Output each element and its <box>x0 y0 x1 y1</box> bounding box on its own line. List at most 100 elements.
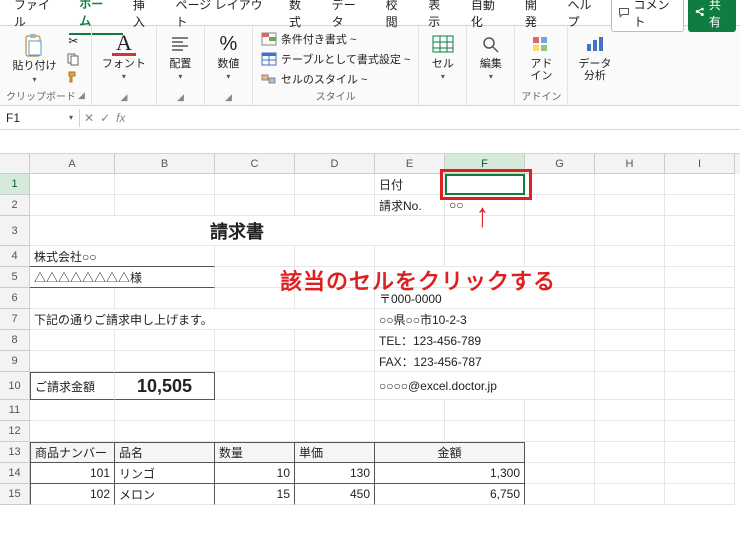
row-head-4[interactable]: 4 <box>0 246 30 267</box>
cell[interactable] <box>30 351 115 372</box>
cell[interactable] <box>665 442 735 463</box>
cell[interactable] <box>115 330 215 351</box>
cell[interactable] <box>215 330 295 351</box>
number-button[interactable]: % 数値 ▾ <box>212 30 244 83</box>
editing-button[interactable]: 編集 ▾ <box>475 30 507 83</box>
cell[interactable] <box>595 288 665 309</box>
cell[interactable] <box>215 400 295 421</box>
cell[interactable] <box>295 400 375 421</box>
cell[interactable] <box>115 351 215 372</box>
cell-title[interactable]: 請求書 <box>30 216 445 246</box>
cell[interactable] <box>595 400 665 421</box>
dialog-launcher-icon[interactable]: ◢ <box>225 92 232 103</box>
th-amount[interactable]: 金額 <box>375 442 525 463</box>
col-head-H[interactable]: H <box>595 154 665 174</box>
addins-button[interactable]: アド イン <box>525 30 557 84</box>
cell[interactable] <box>30 421 115 442</box>
dialog-launcher-icon[interactable]: ◢ <box>78 90 85 101</box>
cell[interactable] <box>115 174 215 195</box>
cell[interactable] <box>595 174 665 195</box>
col-head-D[interactable]: D <box>295 154 375 174</box>
formula-input[interactable] <box>129 116 740 120</box>
cell[interactable] <box>115 195 215 216</box>
row-head-9[interactable]: 9 <box>0 351 30 372</box>
cell[interactable]: 株式会社○○ <box>30 246 215 267</box>
cell[interactable] <box>30 330 115 351</box>
cell[interactable] <box>30 400 115 421</box>
cell[interactable]: 450 <box>295 484 375 505</box>
col-head-C[interactable]: C <box>215 154 295 174</box>
data-analysis-button[interactable]: データ 分析 <box>574 30 615 84</box>
row-head-15[interactable]: 15 <box>0 484 30 505</box>
dialog-launcher-icon[interactable]: ◢ <box>120 92 127 103</box>
cell[interactable]: メロン <box>115 484 215 505</box>
cell[interactable] <box>665 372 735 400</box>
cell[interactable] <box>525 442 595 463</box>
cell[interactable] <box>115 400 215 421</box>
cell-F1[interactable] <box>445 174 525 195</box>
cell[interactable] <box>665 246 735 267</box>
th-number[interactable]: 商品ナンバー <box>30 442 115 463</box>
cell[interactable] <box>595 330 665 351</box>
row-head-13[interactable]: 13 <box>0 442 30 463</box>
cell[interactable] <box>295 372 375 400</box>
cell[interactable] <box>295 330 375 351</box>
comments-button[interactable]: コメント <box>611 0 683 32</box>
cell[interactable] <box>525 463 595 484</box>
row-head-1[interactable]: 1 <box>0 174 30 195</box>
cell[interactable] <box>525 216 595 246</box>
cell-styles-button[interactable]: セルのスタイル ~ <box>259 70 413 88</box>
cell[interactable] <box>525 484 595 505</box>
col-head-E[interactable]: E <box>375 154 445 174</box>
col-head-B[interactable]: B <box>115 154 215 174</box>
cell[interactable]: 1,300 <box>375 463 525 484</box>
cell[interactable]: TEL：123-456-789 <box>375 330 595 351</box>
cell[interactable] <box>445 400 525 421</box>
col-head-I[interactable]: I <box>665 154 735 174</box>
cell[interactable]: 下記の通りご請求申し上げます。 <box>30 309 375 330</box>
cell[interactable] <box>595 463 665 484</box>
row-head-12[interactable]: 12 <box>0 421 30 442</box>
col-head-G[interactable]: G <box>525 154 595 174</box>
cell[interactable] <box>295 351 375 372</box>
th-qty[interactable]: 数量 <box>215 442 295 463</box>
cell[interactable] <box>295 195 375 216</box>
cell[interactable] <box>665 195 735 216</box>
row-head-5[interactable]: 5 <box>0 267 30 288</box>
th-name[interactable]: 品名 <box>115 442 215 463</box>
cell[interactable] <box>445 421 525 442</box>
cell[interactable] <box>595 216 665 246</box>
cell[interactable]: 日付 <box>375 174 445 195</box>
cell[interactable] <box>595 442 665 463</box>
cell[interactable] <box>665 400 735 421</box>
enter-formula-icon[interactable]: ✓ <box>100 111 110 125</box>
row-head-6[interactable]: 6 <box>0 288 30 309</box>
cell[interactable]: FAX：123-456-787 <box>375 351 595 372</box>
cell[interactable] <box>665 484 735 505</box>
cell[interactable]: ○○県○○市10-2-3 <box>375 309 595 330</box>
cell[interactable]: 102 <box>30 484 115 505</box>
fx-icon[interactable]: fx <box>116 111 125 125</box>
formula-bar-expand[interactable] <box>0 130 740 154</box>
cell[interactable]: 101 <box>30 463 115 484</box>
cell[interactable] <box>595 421 665 442</box>
font-button[interactable]: A フォント ▾ <box>98 30 150 83</box>
row-head-8[interactable]: 8 <box>0 330 30 351</box>
cell[interactable] <box>665 216 735 246</box>
row-head-11[interactable]: 11 <box>0 400 30 421</box>
cell[interactable] <box>295 174 375 195</box>
dialog-launcher-icon[interactable]: ◢ <box>177 92 184 103</box>
format-painter-button[interactable] <box>64 69 82 85</box>
cell[interactable] <box>115 421 215 442</box>
th-price[interactable]: 単価 <box>295 442 375 463</box>
paste-button[interactable]: 貼り付け ▾ <box>8 32 60 85</box>
row-head-2[interactable]: 2 <box>0 195 30 216</box>
format-as-table-button[interactable]: テーブルとして書式設定 ~ <box>259 50 413 68</box>
cell[interactable] <box>665 309 735 330</box>
cell[interactable] <box>595 484 665 505</box>
share-button[interactable]: 共有 <box>688 0 736 32</box>
cell[interactable] <box>595 267 665 288</box>
alignment-button[interactable]: 配置 ▾ <box>164 30 196 83</box>
cell[interactable]: ご請求金額 <box>30 372 115 400</box>
col-head-F[interactable]: F <box>445 154 525 174</box>
